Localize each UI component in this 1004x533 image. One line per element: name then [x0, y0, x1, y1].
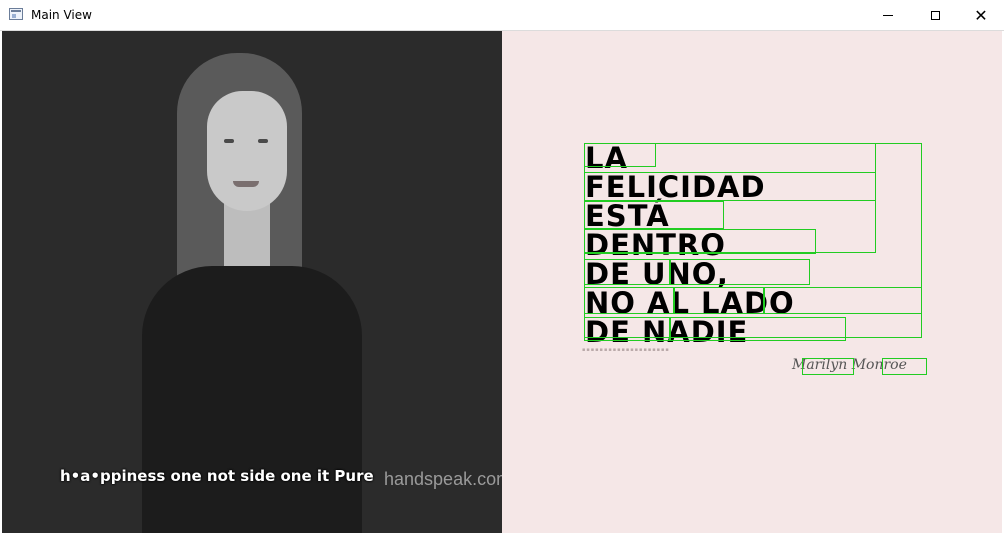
detection-box-no [584, 287, 674, 314]
close-icon: ✕ [974, 6, 988, 25]
detection-box-de-2 [584, 317, 670, 341]
window-title: Main View [31, 8, 92, 22]
video-frame: h•a•ppiness one not side one it Pure han… [2, 31, 502, 533]
person-face [207, 91, 287, 211]
detection-box-dentro [584, 229, 816, 254]
video-watermark: handspeak.com [384, 469, 502, 489]
minimize-icon [883, 15, 893, 16]
person-left-eye [224, 139, 234, 143]
title-bar: Main View ✕ [0, 0, 1004, 31]
maximize-button[interactable] [912, 0, 958, 31]
detection-box-uno [670, 259, 810, 285]
detection-box-nadie [670, 317, 846, 341]
translation-caption: h•a•ppiness one not side one it Pure [60, 467, 374, 485]
maximize-icon [930, 11, 940, 20]
detection-box-lado [764, 287, 922, 314]
close-button[interactable]: ✕ [958, 0, 1004, 31]
poster-small-caption: ▪▪▪▪▪▪▪▪▪▪▪▪▪▪▪▪▪▪▪▪ [582, 347, 670, 353]
main-view: h•a•ppiness one not side one it Pure han… [2, 31, 1002, 533]
person-mouth [233, 181, 259, 187]
person-right-eye [258, 139, 268, 143]
detection-box-la [584, 143, 656, 167]
app-window-icon [9, 8, 23, 20]
person-neck [224, 203, 270, 273]
detection-box-al [674, 287, 764, 314]
minimize-button[interactable] [865, 0, 911, 31]
quote-image: LA FELICIDAD ESTÁ DENTRO DE UNO, NO AL L… [502, 31, 1002, 533]
detection-box-de-1 [584, 259, 670, 285]
detection-box-signature-2 [882, 358, 927, 375]
detection-box-felicidad [584, 172, 876, 201]
person-torso [142, 266, 362, 533]
detection-box-signature-1 [802, 358, 854, 375]
detection-box-esta [584, 201, 724, 229]
